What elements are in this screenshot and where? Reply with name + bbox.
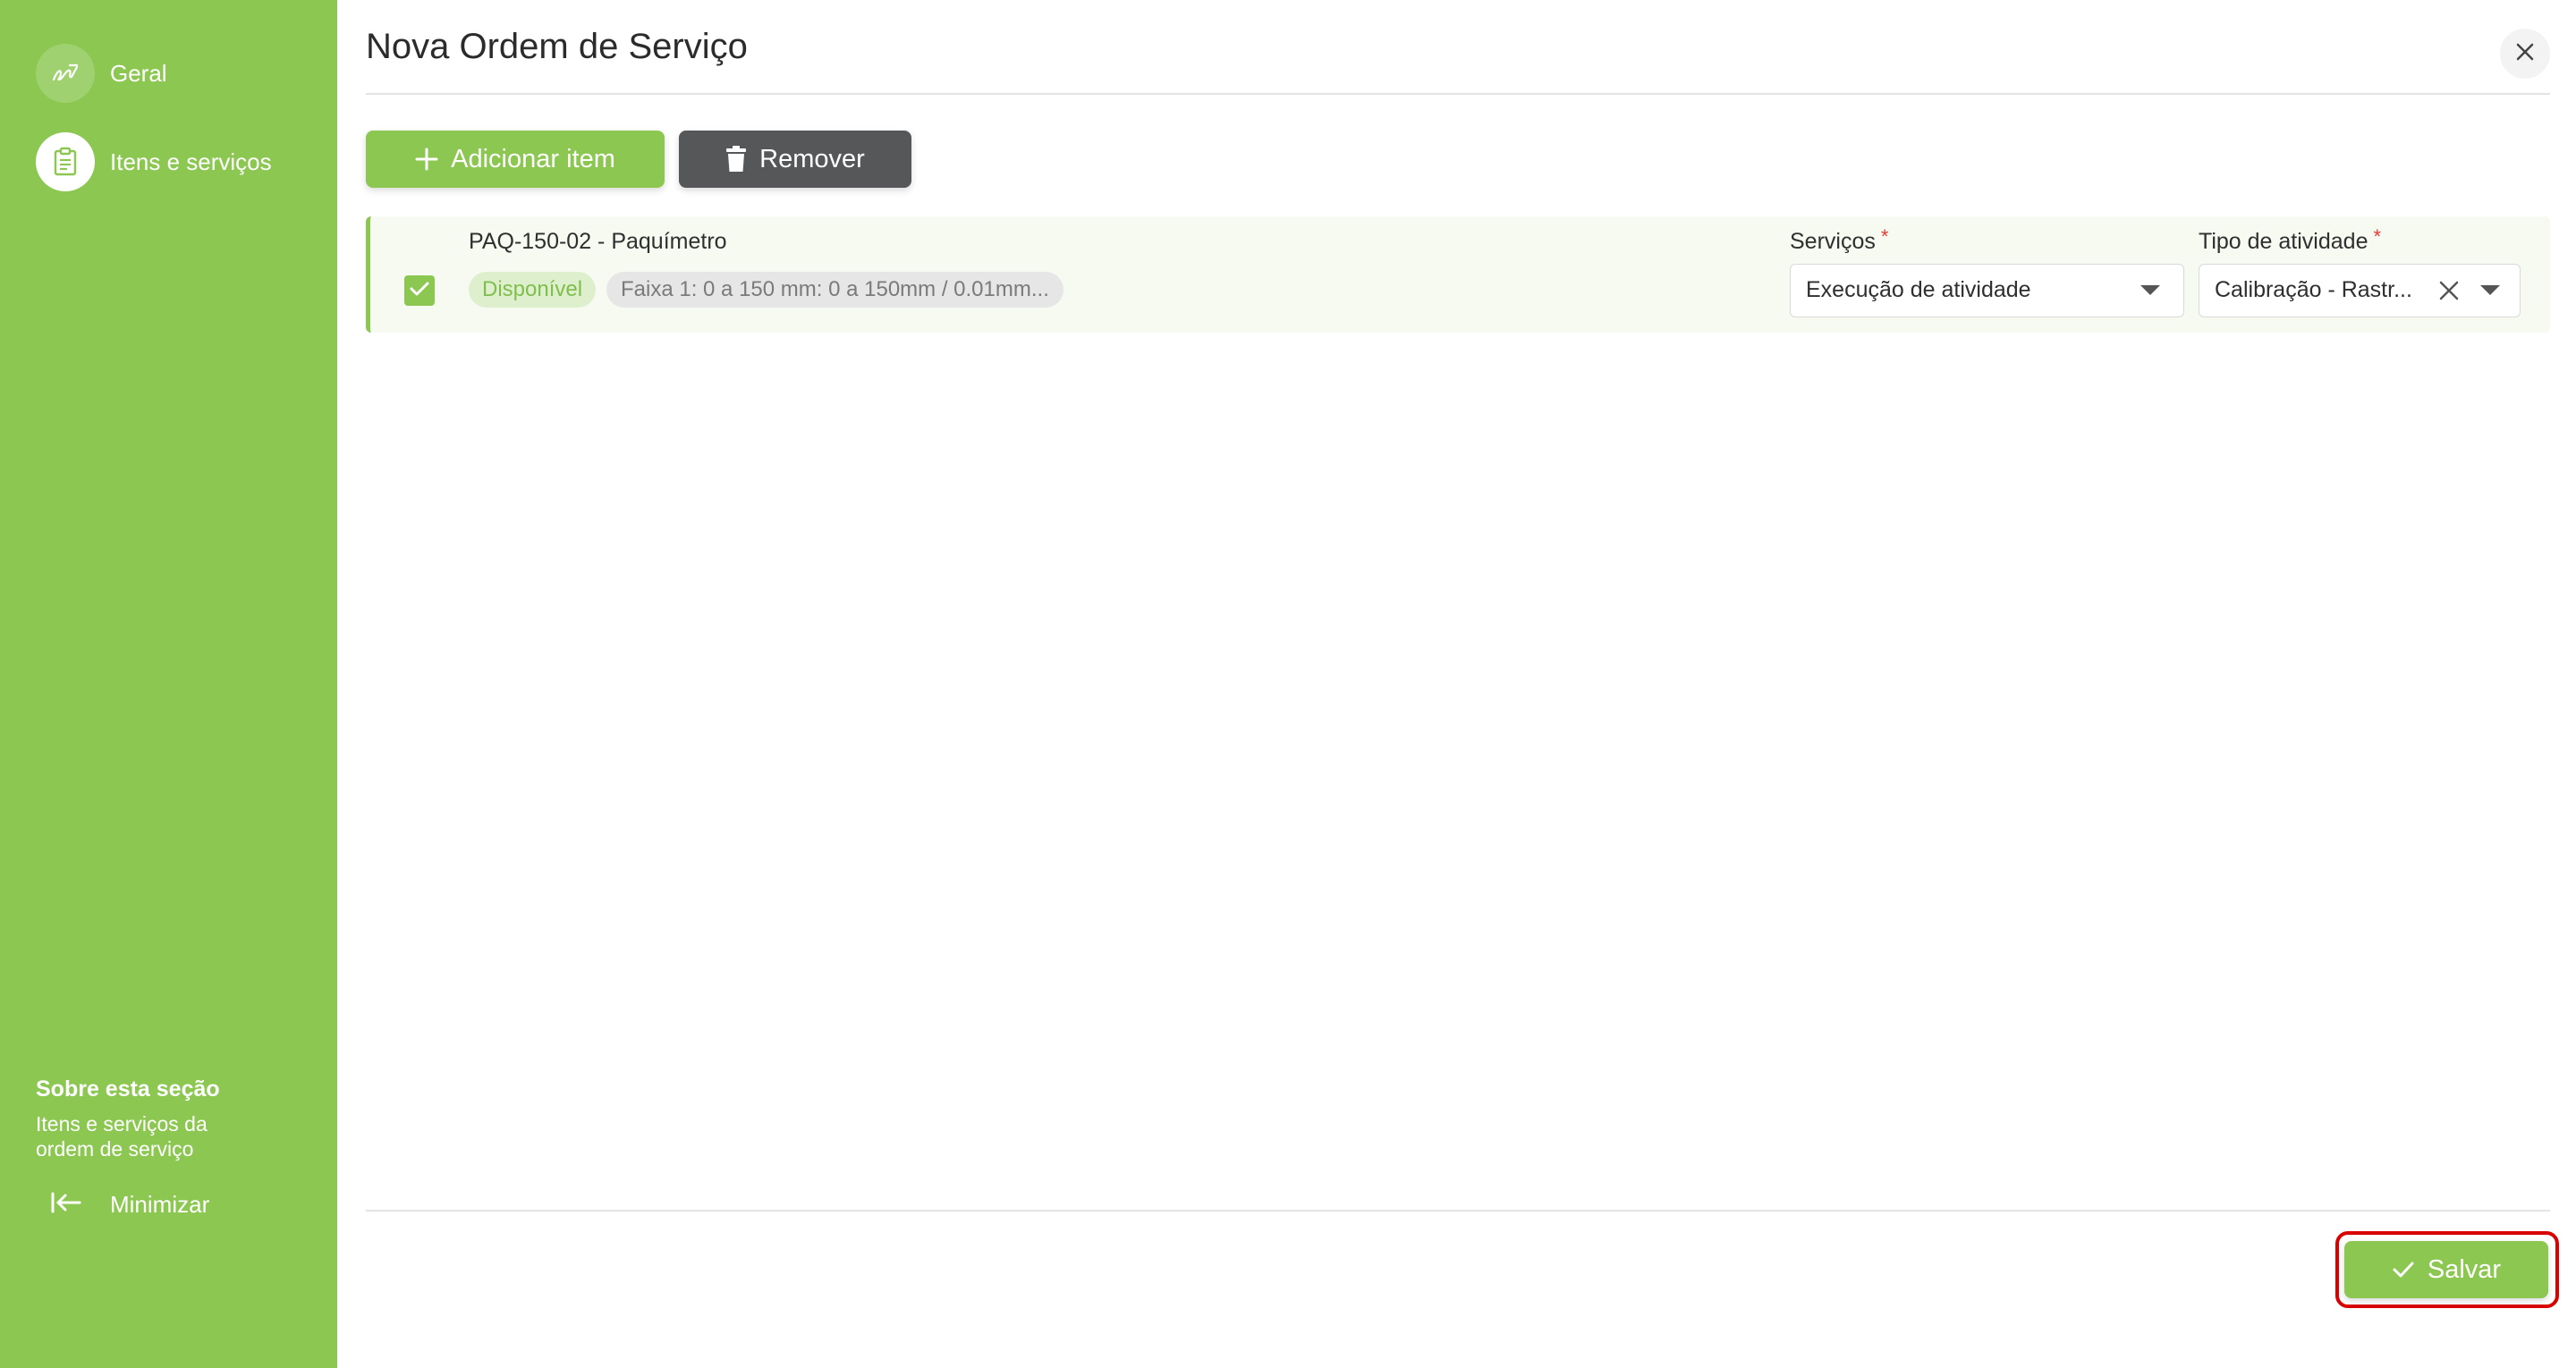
plus-icon bbox=[415, 148, 438, 171]
sidebar-item-itens-servicos[interactable]: Itens e serviços bbox=[36, 132, 272, 191]
servicos-select-value: Execução de atividade bbox=[1806, 277, 2031, 302]
minimize-label: Minimizar bbox=[110, 1191, 210, 1218]
add-item-button[interactable]: Adicionar item bbox=[366, 131, 665, 188]
sidebar: Geral Itens e serviços Sobre esta seção … bbox=[0, 0, 337, 1368]
sidebar-item-label: Geral bbox=[110, 59, 167, 87]
servicos-select[interactable]: Execução de atividade bbox=[1790, 264, 2184, 317]
about-description-line: Itens e serviços da bbox=[36, 1112, 208, 1136]
range-badge: Faixa 1: 0 a 150 mm: 0 a 150mm / 0.01mm.… bbox=[606, 272, 1063, 308]
list-item: PAQ-150-02 - Paquímetro Disponível Faixa… bbox=[366, 216, 2550, 333]
about-title: Sobre esta seção bbox=[36, 1077, 220, 1102]
collapse-left-icon bbox=[50, 1191, 82, 1219]
minimize-button[interactable]: Minimizar bbox=[50, 1191, 209, 1219]
clipboard-icon bbox=[36, 132, 95, 191]
tipo-atividade-label-text: Tipo de atividade bbox=[2199, 229, 2368, 254]
trash-icon bbox=[725, 146, 747, 173]
footer-divider bbox=[366, 1210, 2550, 1212]
required-mark: * bbox=[2373, 225, 2382, 248]
add-item-label: Adicionar item bbox=[451, 144, 615, 173]
sidebar-item-geral[interactable]: Geral bbox=[36, 44, 167, 103]
tipo-atividade-select[interactable]: Calibração - Rastr... bbox=[2199, 264, 2521, 317]
about-description: Itens e serviços da ordem de serviço bbox=[36, 1111, 304, 1161]
servicos-label: Serviços * bbox=[1790, 225, 1888, 255]
save-label: Salvar bbox=[2427, 1254, 2502, 1284]
save-button[interactable]: Salvar bbox=[2344, 1241, 2548, 1298]
check-icon bbox=[2392, 1260, 2415, 1279]
remove-label: Remover bbox=[759, 144, 865, 173]
item-checkbox[interactable] bbox=[404, 275, 435, 306]
check-icon bbox=[409, 280, 430, 302]
close-button[interactable] bbox=[2500, 29, 2550, 79]
about-section: Sobre esta seção Itens e serviços da ord… bbox=[36, 1077, 304, 1161]
about-description-line: ordem de serviço bbox=[36, 1137, 194, 1161]
required-mark: * bbox=[1880, 225, 1889, 248]
chevron-down-icon bbox=[2480, 285, 2500, 295]
sidebar-item-label: Itens e serviços bbox=[110, 148, 272, 175]
tipo-atividade-label: Tipo de atividade * bbox=[2199, 225, 2381, 255]
close-icon bbox=[2515, 42, 2535, 66]
servicos-label-text: Serviços bbox=[1790, 229, 1876, 254]
page-title: Nova Ordem de Serviço bbox=[366, 27, 748, 66]
tipo-atividade-select-value: Calibração - Rastr... bbox=[2215, 277, 2412, 302]
clear-icon[interactable] bbox=[2437, 279, 2461, 302]
remove-button[interactable]: Remover bbox=[679, 131, 911, 188]
header-divider bbox=[366, 93, 2550, 95]
signature-icon bbox=[36, 44, 95, 103]
status-badge: Disponível bbox=[469, 272, 597, 308]
item-name: PAQ-150-02 - Paquímetro bbox=[469, 229, 727, 254]
chevron-down-icon bbox=[2140, 285, 2160, 295]
